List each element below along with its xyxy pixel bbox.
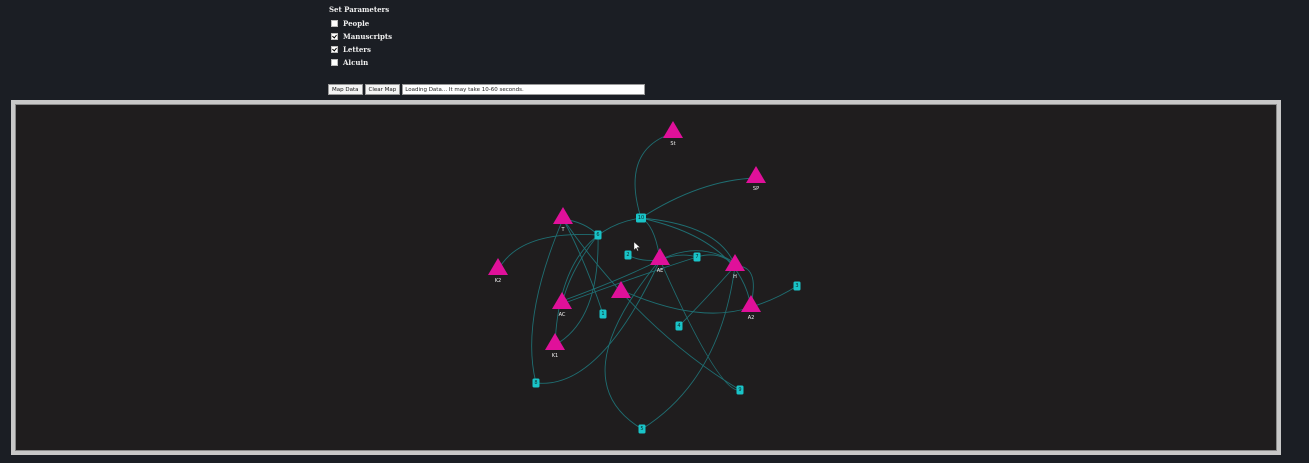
node-k1[interactable]: K1 [545, 333, 565, 359]
cluster-badge[interactable]: 2 [624, 250, 632, 260]
node-label: St [670, 141, 675, 147]
cluster-count: 6 [596, 232, 599, 238]
node-label: SP [753, 186, 759, 192]
cluster-count: 3 [795, 283, 798, 289]
cluster-badge[interactable]: 5 [638, 424, 646, 434]
checkbox-alcuin-box[interactable] [331, 58, 338, 66]
edge-b3-A2 [750, 285, 798, 309]
node-label: T [560, 227, 565, 233]
edge-N-A2 [620, 289, 752, 314]
node-label: K1 [552, 353, 558, 359]
cluster-count: 8 [534, 380, 537, 386]
checkbox-manuscripts-label: Manuscripts [343, 31, 393, 41]
cluster-count: 9 [738, 387, 741, 393]
cluster-badge[interactable]: 10 [636, 213, 646, 223]
status-field[interactable]: Loading Data... It may take 10-60 second… [402, 84, 646, 95]
node-a2[interactable]: A2 [741, 295, 761, 321]
checkbox-alcuin[interactable]: Alcuin [331, 57, 368, 67]
triangle-marker-icon[interactable] [553, 207, 573, 224]
node-st[interactable]: St [663, 121, 683, 147]
node-ac[interactable]: AC [552, 292, 572, 318]
map-canvas[interactable]: St SP T AE H K2 AC A2 K1 10 6 2 7 3 1 4 8 9 5 [11, 100, 1281, 455]
badges-layer: 10 6 2 7 3 1 4 8 9 5 [532, 213, 801, 434]
cluster-count: 2 [626, 252, 629, 258]
map-data-button[interactable]: Map Data [328, 84, 363, 95]
cluster-badge[interactable]: 8 [532, 378, 540, 388]
network-graph[interactable]: St SP T AE H K2 AC A2 K1 10 6 2 7 3 1 4 8 9 5 [15, 104, 1277, 451]
node-label: H [733, 274, 737, 280]
cluster-count: 10 [638, 215, 644, 221]
edge-b6-K2 [497, 234, 599, 271]
nodes-layer: St SP T AE H K2 AC A2 K1 [488, 121, 766, 359]
triangle-marker-icon[interactable] [663, 121, 683, 138]
mouse-cursor-icon [633, 241, 641, 252]
edge-b6-AC [560, 234, 599, 305]
checkbox-letters-label: Letters [343, 44, 371, 54]
parameters-title: Set Parameters [329, 5, 390, 14]
triangle-marker-icon[interactable] [746, 166, 766, 183]
node-h[interactable]: H [725, 254, 745, 280]
parameters-panel: Set Parameters [329, 5, 649, 14]
cluster-badge[interactable]: 7 [693, 252, 701, 262]
node-label: K2 [495, 278, 501, 284]
edge-b4-H [678, 265, 736, 327]
checkbox-letters-box[interactable] [331, 45, 338, 53]
triangle-marker-icon[interactable] [741, 295, 761, 312]
edge-b10-SP [640, 175, 757, 219]
node-k2[interactable]: K2 [488, 258, 508, 284]
checkbox-alcuin-label: Alcuin [343, 57, 369, 67]
node-label: AC [559, 312, 566, 318]
node-label: A2 [748, 315, 755, 321]
edge-b10-St [634, 132, 674, 219]
cluster-badge[interactable]: 3 [793, 281, 801, 291]
cluster-badge[interactable]: 9 [736, 385, 744, 395]
edge-b8-AE [535, 259, 661, 384]
triangle-marker-icon[interactable] [545, 333, 565, 350]
cluster-count: 7 [695, 254, 698, 260]
cluster-count: 4 [677, 323, 680, 329]
checkbox-manuscripts-box[interactable] [331, 32, 338, 40]
checkbox-people[interactable]: People [331, 18, 369, 28]
edge-b5-H [641, 265, 737, 430]
checkbox-people-box[interactable] [331, 19, 338, 27]
checkbox-manuscripts[interactable]: Manuscripts [331, 31, 392, 41]
triangle-marker-icon[interactable] [725, 254, 745, 271]
node-sp[interactable]: SP [746, 166, 766, 192]
triangle-marker-icon[interactable] [552, 292, 572, 309]
cluster-count: 1 [601, 311, 604, 317]
cluster-badge[interactable]: 1 [599, 309, 607, 319]
cluster-badge[interactable]: 6 [594, 230, 602, 240]
checkbox-people-label: People [343, 18, 370, 28]
clear-map-button[interactable]: Clear Map [364, 84, 401, 95]
checkbox-letters[interactable]: Letters [331, 44, 371, 54]
cluster-badge[interactable]: 4 [675, 321, 683, 331]
node-label: AE [657, 268, 664, 274]
cluster-count: 5 [640, 426, 643, 432]
controls-bar: Map Data Clear Map Loading Data... It ma… [328, 84, 646, 95]
node-ae[interactable]: AE [650, 248, 670, 274]
